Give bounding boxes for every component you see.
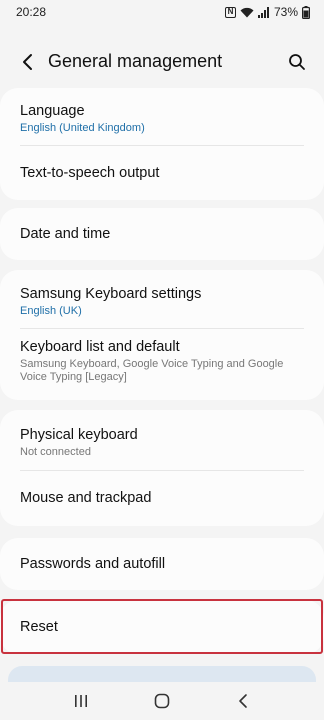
list-item-date-and-time[interactable]: Date and time	[0, 208, 324, 260]
item-title: Mouse and trackpad	[20, 490, 152, 506]
wifi-icon	[240, 7, 254, 17]
item-title: Language	[20, 102, 85, 119]
list-item-reset[interactable]: Reset	[0, 600, 324, 654]
settings-group-reset: Reset	[0, 600, 324, 654]
item-subtitle: Samsung Keyboard, Google Voice Typing an…	[20, 358, 284, 383]
app-header: General management	[0, 40, 324, 82]
list-item-samsung-keyboard[interactable]: Samsung Keyboard settings English (UK)	[0, 270, 324, 328]
settings-group-input-devices: Physical keyboard Not connected Mouse an…	[0, 410, 324, 526]
item-title: Date and time	[20, 226, 111, 242]
item-title: Text-to-speech output	[20, 164, 160, 181]
item-subtitle: English (United Kingdom)	[20, 121, 145, 134]
item-title: Reset	[20, 619, 58, 635]
list-item-physical-keyboard[interactable]: Physical keyboard Not connected	[0, 410, 324, 470]
item-title: Samsung Keyboard settings	[20, 285, 202, 302]
signal-icon	[257, 6, 269, 18]
search-icon[interactable]	[284, 49, 310, 75]
back-arrow-icon[interactable]	[14, 49, 40, 75]
battery-percent: 73%	[273, 5, 298, 19]
home-icon[interactable]	[142, 686, 182, 716]
status-icons: N 73%	[224, 5, 310, 19]
item-title: Keyboard list and default	[20, 339, 180, 355]
settings-group-keyboard: Samsung Keyboard settings English (UK) K…	[0, 270, 324, 400]
list-item-language[interactable]: Language English (United Kingdom)	[0, 88, 324, 145]
navigation-bar	[0, 682, 324, 720]
battery-icon	[302, 5, 310, 19]
page-title: General management	[48, 51, 223, 71]
item-title: Physical keyboard	[20, 426, 138, 443]
item-subtitle: English (UK)	[20, 304, 82, 317]
item-subtitle: Not connected	[20, 445, 91, 458]
back-icon[interactable]	[223, 686, 263, 716]
list-item-keyboard-list[interactable]: Keyboard list and default Samsung Keyboa…	[0, 328, 324, 400]
recent-apps-icon[interactable]	[61, 686, 101, 716]
list-item-mouse-trackpad[interactable]: Mouse and trackpad	[0, 470, 324, 526]
settings-group-passwords: Passwords and autofill	[0, 538, 324, 590]
list-item-text-to-speech[interactable]: Text-to-speech output	[0, 145, 324, 200]
settings-group-date: Date and time	[0, 208, 324, 260]
nfc-icon: N	[224, 6, 236, 18]
settings-group-language: Language English (United Kingdom) Text-t…	[0, 88, 324, 200]
item-title: Passwords and autofill	[20, 556, 166, 572]
next-card-peek	[8, 666, 316, 682]
status-bar: 20:28 N 73%	[0, 0, 324, 24]
list-item-passwords-autofill[interactable]: Passwords and autofill	[0, 538, 324, 590]
status-time: 20:28	[16, 5, 47, 19]
